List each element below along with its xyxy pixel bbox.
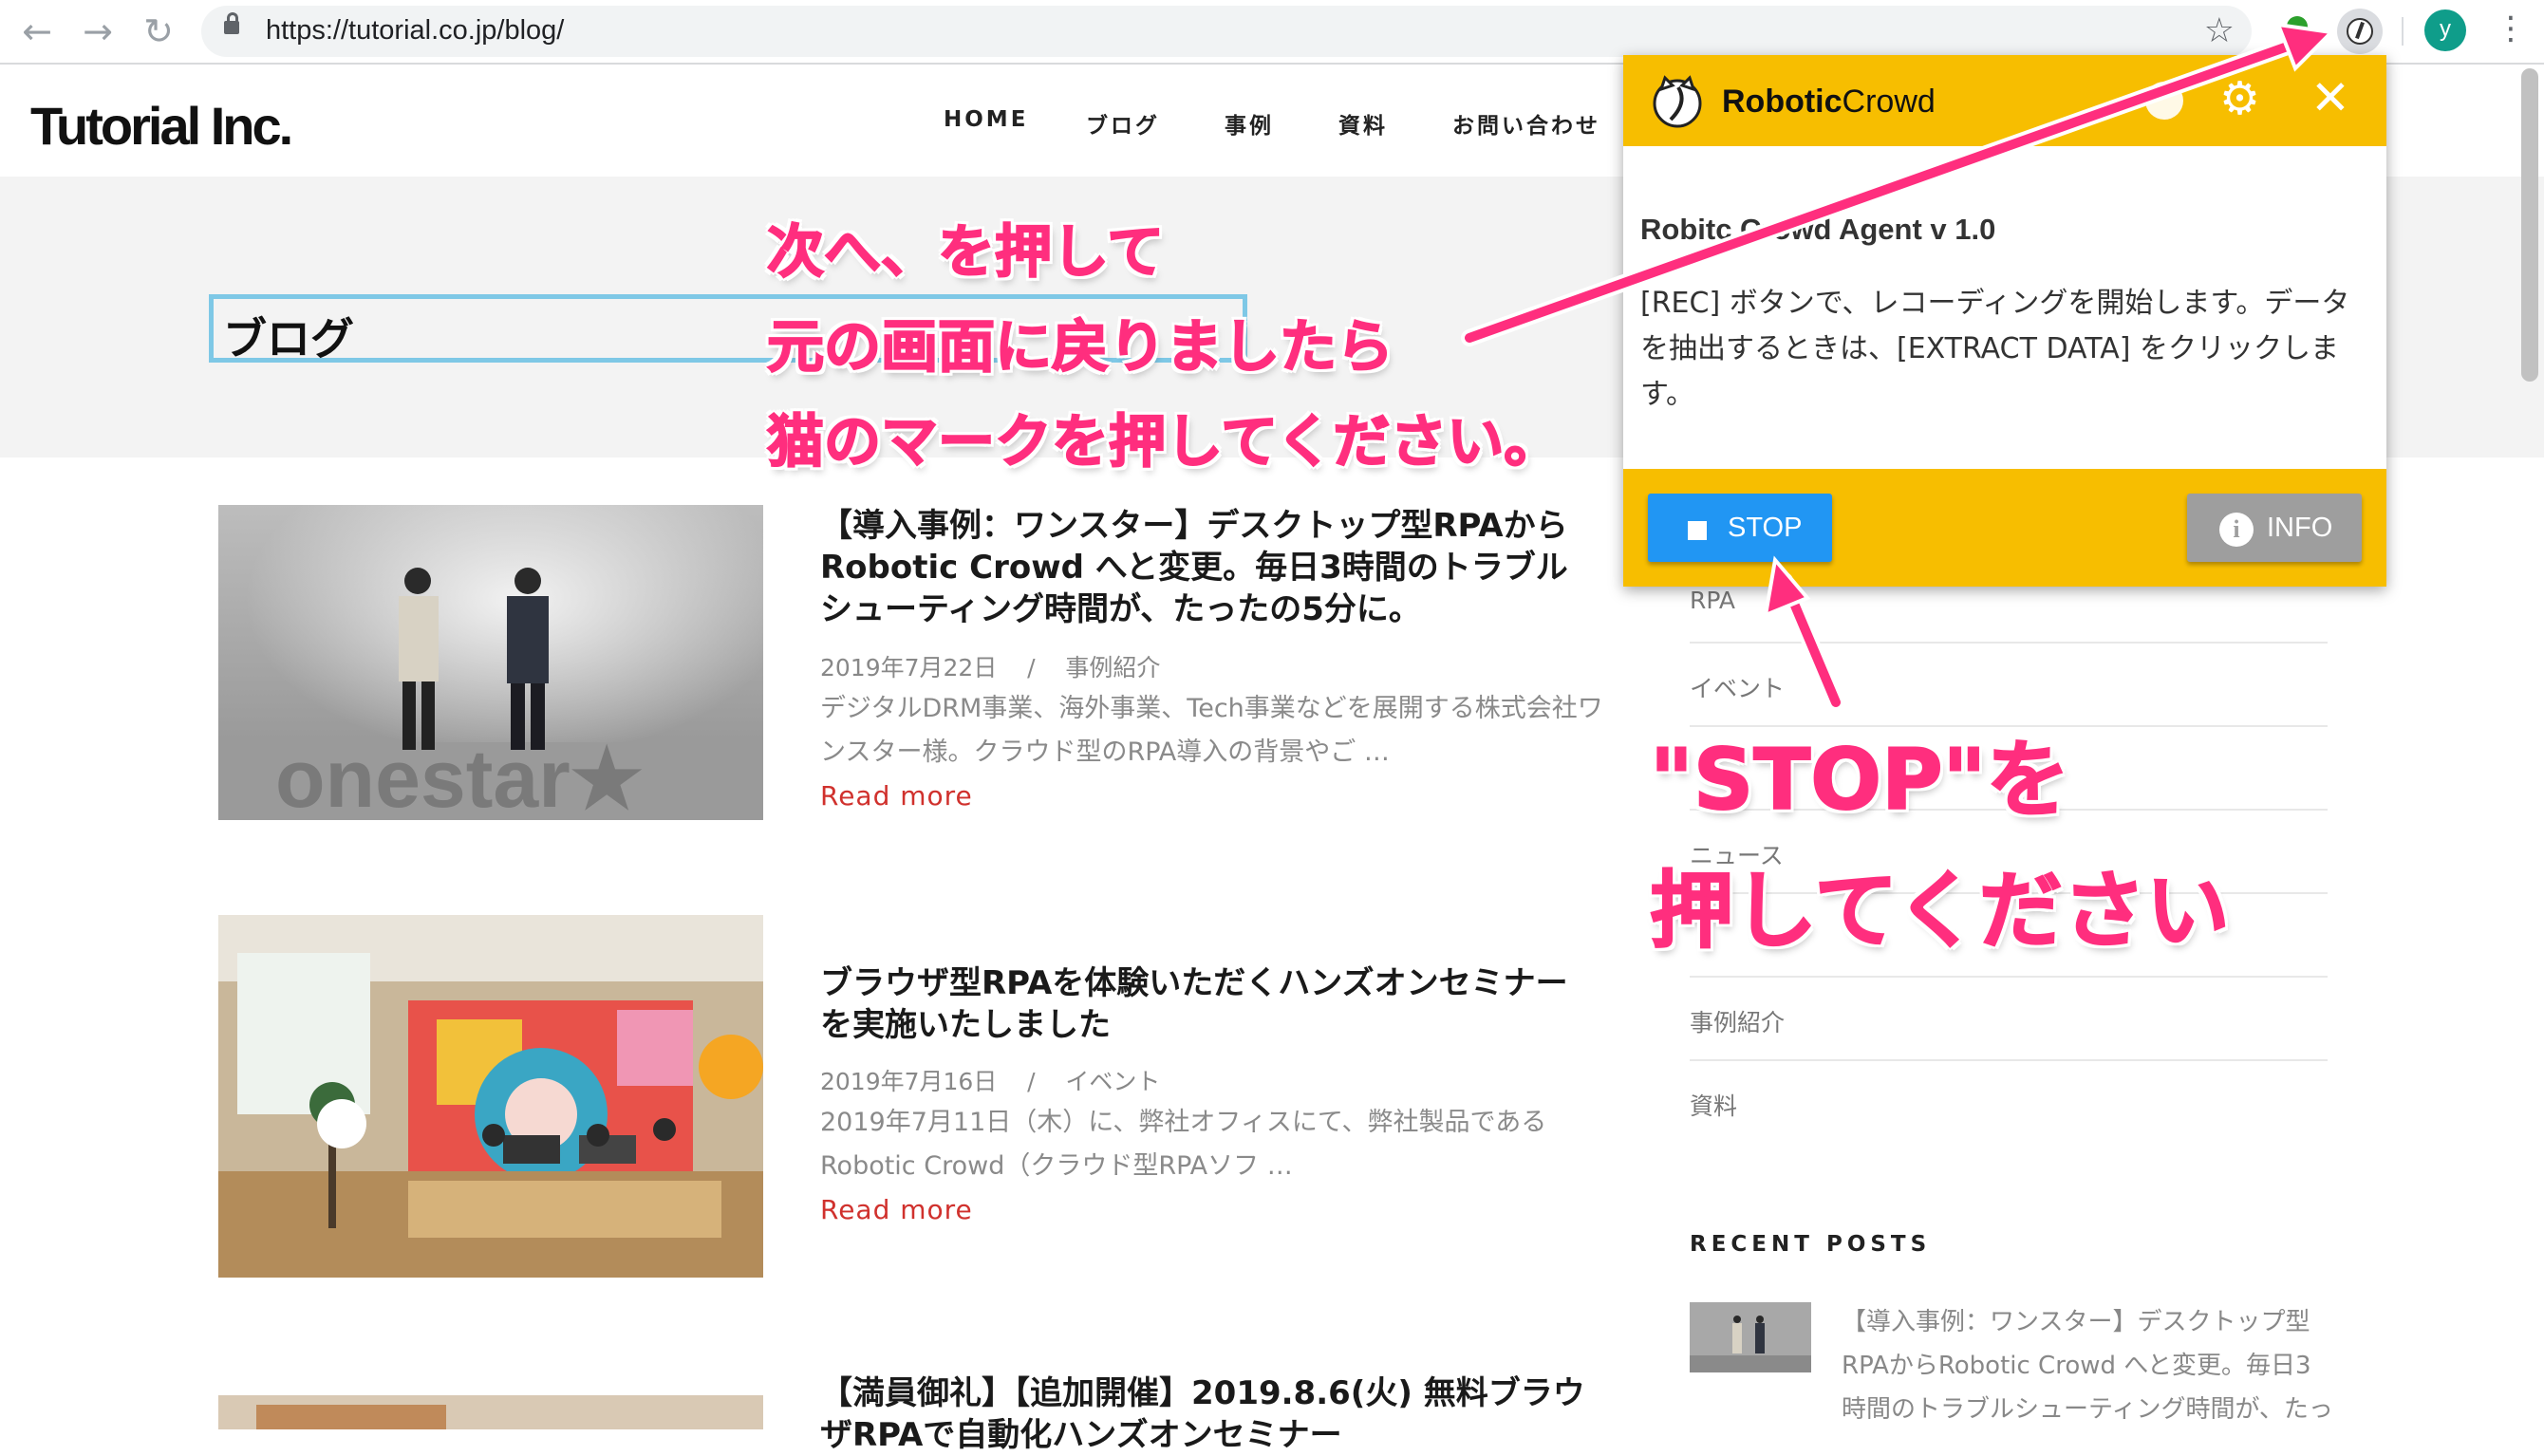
- nav-contact[interactable]: お問い合わせ: [1452, 107, 1600, 140]
- popup-brand: RoboticCrowd: [1722, 84, 1936, 120]
- nav-materials[interactable]: 資料: [1338, 107, 1388, 140]
- kebab-menu-icon[interactable]: ⋮: [2495, 9, 2527, 47]
- address-url[interactable]: https://tutorial.co.jp/blog/: [266, 15, 564, 47]
- help-icon[interactable]: [2145, 82, 2183, 120]
- meta-separator: /: [1027, 1068, 1036, 1095]
- post-excerpt: デジタルDRM事業、海外事業、Tech事業などを展開する株式会社ワンスター様。ク…: [820, 694, 1603, 767]
- back-arrow-icon[interactable]: ←: [15, 9, 59, 53]
- lock-icon: [224, 12, 239, 34]
- stop-square-icon: [1688, 521, 1707, 540]
- page-title: ブログ: [223, 313, 354, 364]
- bookmark-star-icon[interactable]: ☆: [2204, 11, 2235, 50]
- address-bar[interactable]: https://tutorial.co.jp/blog/ ☆: [201, 6, 2252, 57]
- profile-avatar[interactable]: y: [2424, 9, 2466, 51]
- toolbar-divider: [2402, 17, 2404, 46]
- robotic-crowd-extension-cat-icon[interactable]: [2337, 9, 2383, 54]
- annotation-stop-instruction: 押してください: [1649, 862, 2231, 960]
- robotic-crowd-popup: RoboticCrowd ⚙ ✕ Robitc Crowd Agent v 1.…: [1623, 55, 2386, 587]
- nav-home[interactable]: HOME: [944, 107, 1028, 132]
- annotation-instruction-line: 次へ、を押して: [766, 219, 1165, 286]
- nav-cases[interactable]: 事例: [1225, 107, 1274, 140]
- popup-agent-title: Robitc Crowd Agent v 1.0: [1640, 213, 1996, 246]
- stop-button[interactable]: STOP: [1648, 494, 1832, 562]
- read-more-link[interactable]: Read more: [820, 780, 973, 812]
- post-date: 2019年7月16日: [820, 1068, 998, 1095]
- post-date: 2019年7月22日: [820, 654, 998, 681]
- page-scrollbar[interactable]: [2521, 68, 2538, 382]
- popup-description: [REC] ボタンで、レコーディングを開始します。データを抽出するときは、[EX…: [1640, 287, 2350, 411]
- info-icon: i: [2219, 513, 2254, 547]
- sidebar-category-materials[interactable]: 資料: [1690, 1059, 2328, 1143]
- post-thumbnail[interactable]: [218, 1395, 763, 1429]
- post-thumbnail[interactable]: [218, 915, 763, 1278]
- post-meta: 2019年7月16日 / イベント: [820, 1063, 1160, 1097]
- popup-footer: STOP i INFO: [1623, 469, 2386, 587]
- sidebar-category-cases[interactable]: 事例紹介: [1690, 976, 2328, 1061]
- post-excerpt: 2019年7月11日（木）に、弊社オフィスにて、弊社製品であるRobotic C…: [820, 1108, 1547, 1181]
- post-meta: 2019年7月22日 / 事例紹介: [820, 649, 1160, 683]
- reload-icon[interactable]: ↻: [137, 9, 180, 53]
- post-thumbnail[interactable]: onestar★: [218, 505, 763, 820]
- recent-post-thumbnail[interactable]: [1690, 1302, 1811, 1372]
- read-more-link[interactable]: Read more: [820, 1194, 973, 1225]
- sidebar-category-event[interactable]: イベント: [1690, 642, 2328, 727]
- recent-post-title[interactable]: 【導入事例：ワンスター】デスクトップ型RPAからRobotic Crowd へと…: [1842, 1300, 2335, 1431]
- popup-header: RoboticCrowd ⚙ ✕: [1623, 55, 2386, 146]
- site-logo[interactable]: Tutorial Inc.: [30, 95, 293, 157]
- annotation-instruction-line: 元の画面に戻りましたら: [766, 314, 1394, 381]
- post-title[interactable]: 【導入事例：ワンスター】デスクトップ型RPAからRobotic Crowd へと…: [820, 505, 1599, 630]
- info-button[interactable]: i INFO: [2187, 494, 2362, 562]
- meta-separator: /: [1027, 654, 1036, 681]
- nav-blog[interactable]: ブログ: [1086, 107, 1160, 140]
- forward-arrow-icon[interactable]: →: [76, 9, 120, 53]
- annotation-stop-instruction: "STOP"を: [1649, 731, 2070, 829]
- cat-logo-icon: [1653, 75, 1702, 128]
- settings-gear-icon[interactable]: ⚙: [2219, 76, 2260, 121]
- post-title[interactable]: 【満員御礼】【追加開催】2019.8.6(火) 無料ブラウザRPAで自動化ハンズ…: [820, 1372, 1599, 1456]
- close-icon[interactable]: ✕: [2310, 74, 2350, 121]
- post-category[interactable]: 事例紹介: [1065, 654, 1160, 681]
- recent-posts-heading: RECENT POSTS: [1690, 1232, 1932, 1257]
- post-title[interactable]: ブラウザ型RPAを体験いただくハンズオンセミナーを実施いたしました: [820, 962, 1599, 1046]
- svg-text:onestar★: onestar★: [275, 734, 644, 820]
- plant-extension-icon[interactable]: [2278, 11, 2316, 49]
- post-category[interactable]: イベント: [1065, 1068, 1160, 1095]
- annotation-instruction-line: 猫のマークを押してください。: [766, 409, 1562, 476]
